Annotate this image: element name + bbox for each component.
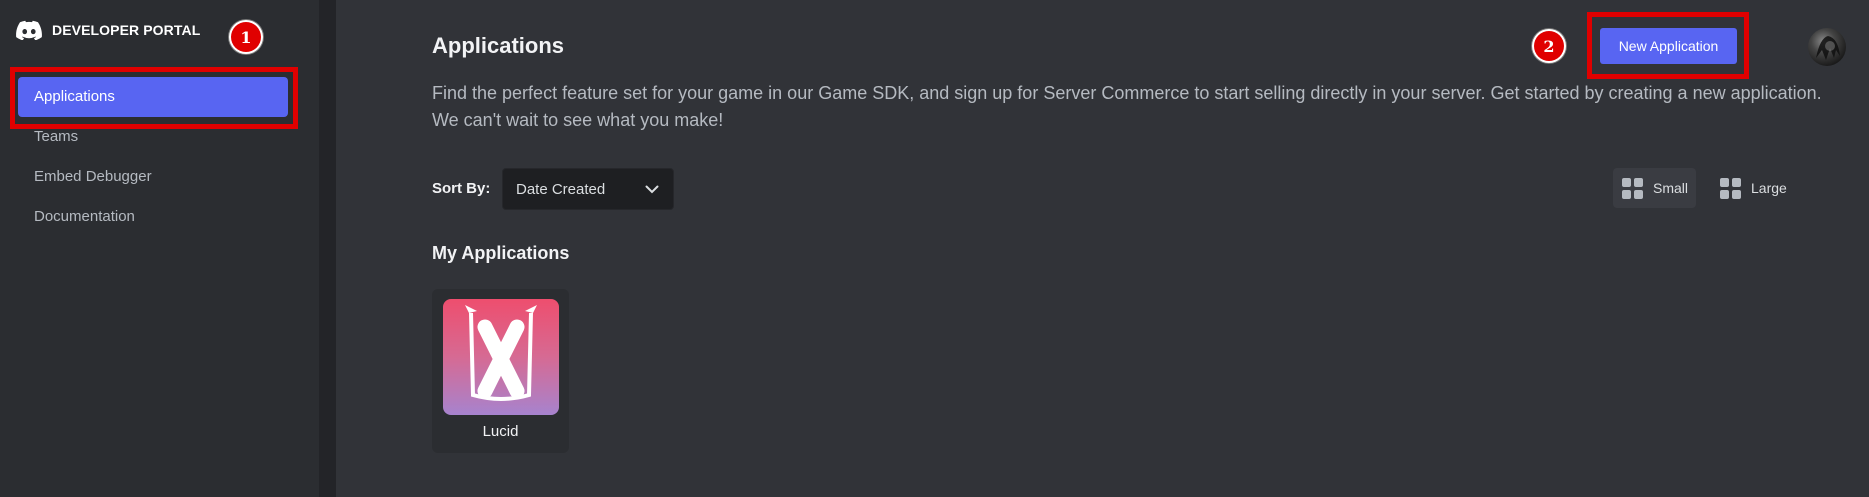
- main-content: Applications Find the perfect feature se…: [336, 0, 1869, 497]
- page-intro: Find the perfect feature set for your ga…: [432, 83, 1822, 130]
- brand[interactable]: DEVELOPER PORTAL: [16, 20, 200, 40]
- grid-large-icon: [1720, 177, 1741, 199]
- sidebar-nav: Applications Teams Embed Debugger Docume…: [18, 77, 288, 237]
- sidebar-scrollbar[interactable]: [319, 0, 336, 497]
- annotation-step-1-badge: 1: [231, 22, 261, 52]
- view-toggle-small-label: Small: [1653, 180, 1689, 196]
- discord-logo-icon: [16, 20, 42, 40]
- sort-label: Sort By:: [432, 180, 491, 197]
- sidebar-item-teams[interactable]: Teams: [18, 117, 288, 157]
- page-title: Applications: [432, 33, 565, 58]
- sidebar: DEVELOPER PORTAL Applications Teams Embe…: [0, 0, 319, 497]
- sidebar-item-applications[interactable]: Applications: [18, 77, 288, 117]
- app-card[interactable]: Lucid: [432, 289, 569, 453]
- view-toggle-large-label: Large: [1751, 180, 1787, 196]
- brand-label: DEVELOPER PORTAL: [52, 22, 201, 38]
- sidebar-item-embed-debugger[interactable]: Embed Debugger: [18, 157, 288, 197]
- sort-select[interactable]: Date Created: [502, 168, 674, 210]
- new-application-button[interactable]: New Application: [1600, 28, 1737, 64]
- sidebar-item-documentation[interactable]: Documentation: [18, 197, 288, 237]
- app-name: Lucid: [482, 423, 519, 440]
- avatar[interactable]: [1808, 28, 1846, 66]
- view-toggle-small[interactable]: Small: [1613, 168, 1696, 208]
- my-applications-title: My Applications: [432, 243, 570, 263]
- view-toggle-large[interactable]: Large: [1711, 168, 1797, 208]
- chevron-down-icon: [645, 185, 659, 193]
- annotation-step-2-badge: 2: [1534, 31, 1564, 61]
- sort-select-value: Date Created: [516, 180, 606, 198]
- avatar-image-icon: [1816, 36, 1840, 60]
- lucid-x-icon: [443, 299, 559, 415]
- grid-small-icon: [1622, 177, 1643, 199]
